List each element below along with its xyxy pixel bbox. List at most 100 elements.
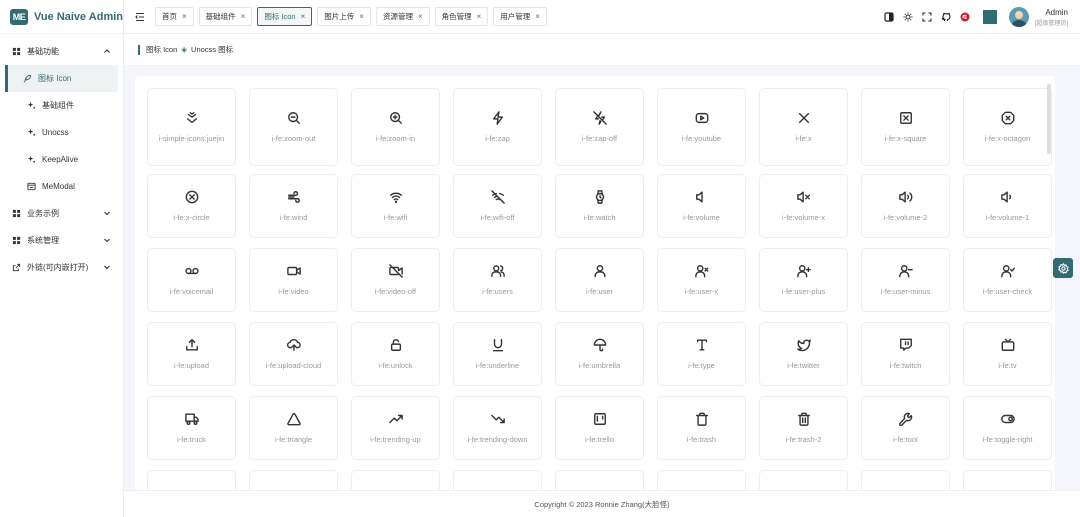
sidebar-item-2[interactable]: 基础组件 bbox=[4, 92, 119, 119]
sidebar-item-1[interactable]: 图标 Icon bbox=[5, 65, 118, 92]
sidebar-item-7[interactable]: 系统管理 bbox=[0, 227, 123, 254]
sidebar-item-6[interactable]: 业务示例 bbox=[0, 200, 123, 227]
icon-card[interactable]: i-fe:upload bbox=[147, 322, 236, 386]
icon-card[interactable]: i-fe:volume-x bbox=[759, 174, 848, 238]
close-icon[interactable]: × bbox=[182, 12, 187, 21]
gitee-icon[interactable] bbox=[960, 12, 970, 22]
icon-card-partial[interactable] bbox=[249, 470, 338, 490]
icon-card[interactable]: i-fe:toggle-right bbox=[963, 396, 1052, 460]
tab-5[interactable]: 角色管理 × bbox=[434, 7, 489, 26]
settings-button[interactable] bbox=[1053, 258, 1073, 278]
close-icon[interactable]: × bbox=[477, 12, 482, 21]
icon-card[interactable]: i-fe:trello bbox=[555, 396, 644, 460]
icon-card-partial[interactable] bbox=[147, 470, 236, 490]
contrast-icon[interactable] bbox=[884, 12, 894, 22]
icon-card[interactable]: i-fe:x bbox=[759, 88, 848, 166]
breadcrumb-item-icon[interactable]: 图标 Icon bbox=[146, 44, 177, 55]
icon-card[interactable]: i-fe:users bbox=[453, 248, 542, 312]
icon-card[interactable]: i-fe:youtube bbox=[657, 88, 746, 166]
icon-card[interactable]: i-fe:twitch bbox=[861, 322, 950, 386]
icon-card[interactable]: i-fe:triangle bbox=[249, 396, 338, 460]
sun-icon[interactable] bbox=[903, 12, 913, 22]
logo[interactable]: ME Vue Naive Admin bbox=[0, 0, 123, 34]
upload-cloud-icon bbox=[286, 338, 301, 351]
tab-2[interactable]: 图标 Icon × bbox=[257, 7, 313, 26]
icon-card[interactable]: i-fe:wifi-off bbox=[453, 174, 542, 238]
icon-card[interactable]: i-fe:trash-2 bbox=[759, 396, 848, 460]
fullscreen-icon[interactable] bbox=[922, 12, 932, 22]
icon-card[interactable]: i-fe:zoom-in bbox=[351, 88, 440, 166]
tab-3[interactable]: 图片上传 × bbox=[317, 7, 371, 26]
icon-card[interactable]: i-fe:truck bbox=[147, 396, 236, 460]
icon-card[interactable]: i-fe:watch bbox=[555, 174, 644, 238]
icon-card[interactable]: i-fe:volume-2 bbox=[861, 174, 950, 238]
close-icon[interactable]: × bbox=[535, 12, 540, 21]
x-circle-icon bbox=[185, 190, 198, 203]
icon-card-partial[interactable] bbox=[351, 470, 440, 490]
tab-0[interactable]: 首页 × bbox=[155, 7, 194, 26]
close-icon[interactable]: × bbox=[359, 12, 364, 21]
icon-card[interactable]: i-fe:user-plus bbox=[759, 248, 848, 312]
close-icon[interactable]: × bbox=[418, 12, 423, 21]
icon-card-partial[interactable] bbox=[759, 470, 848, 490]
icon-card[interactable]: i-fe:upload-cloud bbox=[249, 322, 338, 386]
icon-card[interactable]: i-fe:user-minus bbox=[861, 248, 950, 312]
icon-card-partial[interactable] bbox=[657, 470, 746, 490]
user-info[interactable]: Admin [超级管理员] bbox=[1035, 8, 1068, 27]
close-icon[interactable]: × bbox=[301, 12, 306, 21]
icon-card[interactable]: i-fe:trending-down bbox=[453, 396, 542, 460]
icon-card[interactable]: i-fe:type bbox=[657, 322, 746, 386]
icon-card-partial[interactable] bbox=[963, 470, 1052, 490]
avatar[interactable] bbox=[1008, 7, 1029, 27]
icon-card[interactable]: i-fe:unlock bbox=[351, 322, 440, 386]
close-icon[interactable]: × bbox=[241, 12, 246, 21]
breadcrumb-marker bbox=[138, 44, 140, 55]
sidebar-item-3[interactable]: Unocss bbox=[4, 119, 119, 146]
tab-4[interactable]: 资源管理 × bbox=[375, 7, 430, 26]
icon-card[interactable]: i-fe:zap-off bbox=[555, 88, 644, 166]
icon-card[interactable]: i-fe:trending-up bbox=[351, 396, 440, 460]
icon-card[interactable]: i-fe:user-check bbox=[963, 248, 1052, 312]
sidebar-item-4[interactable]: KeepAlive bbox=[4, 146, 119, 173]
tab-1[interactable]: 基础组件 × bbox=[198, 7, 253, 26]
sidebar-item-0[interactable]: 基础功能 bbox=[0, 38, 123, 65]
icon-card[interactable]: i-fe:zap bbox=[453, 88, 542, 166]
icon-card[interactable]: i-fe:x-octagon bbox=[963, 88, 1052, 166]
icon-card[interactable]: i-fe:user bbox=[555, 248, 644, 312]
icon-card[interactable]: i-simple-icons:juejin bbox=[147, 88, 236, 166]
sidebar-item-label: 外链(可内嵌打开) bbox=[27, 263, 89, 272]
icon-card-label: i-fe:trending-up bbox=[370, 434, 421, 444]
icon-card[interactable]: i-fe:volume bbox=[657, 174, 746, 238]
sidebar-item-label: 业务示例 bbox=[27, 209, 59, 218]
icon-card[interactable]: i-fe:volume-1 bbox=[963, 174, 1052, 238]
icon-card[interactable]: i-fe:underline bbox=[453, 322, 542, 386]
icon-card[interactable]: i-fe:tv bbox=[963, 322, 1052, 386]
menu-fold-icon[interactable] bbox=[135, 12, 145, 22]
icon-card[interactable]: i-fe:x-circle bbox=[147, 174, 236, 238]
icon-card[interactable]: i-fe:umbrella bbox=[555, 322, 644, 386]
zap-icon bbox=[492, 110, 503, 125]
icon-card[interactable]: i-fe:tool bbox=[861, 396, 950, 460]
github-icon[interactable] bbox=[941, 12, 951, 22]
sparkle-icon bbox=[26, 155, 36, 165]
icon-card-partial[interactable] bbox=[453, 470, 542, 490]
icon-card[interactable]: i-fe:zoom-out bbox=[249, 88, 338, 166]
icon-card[interactable]: i-fe:video bbox=[249, 248, 338, 312]
trello-icon bbox=[593, 412, 606, 425]
sidebar-item-8[interactable]: 外链(可内嵌打开) bbox=[0, 254, 123, 281]
tab-6[interactable]: 用户管理 × bbox=[493, 7, 547, 26]
theme-color-picker[interactable] bbox=[982, 10, 997, 24]
user-role: [超级管理员] bbox=[1034, 20, 1068, 27]
icon-card[interactable]: i-fe:twitter bbox=[759, 322, 848, 386]
icon-card[interactable]: i-fe:wifi bbox=[351, 174, 440, 238]
icon-card[interactable]: i-fe:user-x bbox=[657, 248, 746, 312]
scrollbar[interactable] bbox=[1047, 84, 1051, 154]
icon-card-partial[interactable] bbox=[861, 470, 950, 490]
icon-card[interactable]: i-fe:x-square bbox=[861, 88, 950, 166]
icon-card[interactable]: i-fe:trash bbox=[657, 396, 746, 460]
icon-card[interactable]: i-fe:video-off bbox=[351, 248, 440, 312]
icon-card-partial[interactable] bbox=[555, 470, 644, 490]
icon-card[interactable]: i-fe:wind bbox=[249, 174, 338, 238]
sidebar-item-5[interactable]: MeModal bbox=[4, 173, 119, 200]
icon-card[interactable]: i-fe:voicemail bbox=[147, 248, 236, 312]
